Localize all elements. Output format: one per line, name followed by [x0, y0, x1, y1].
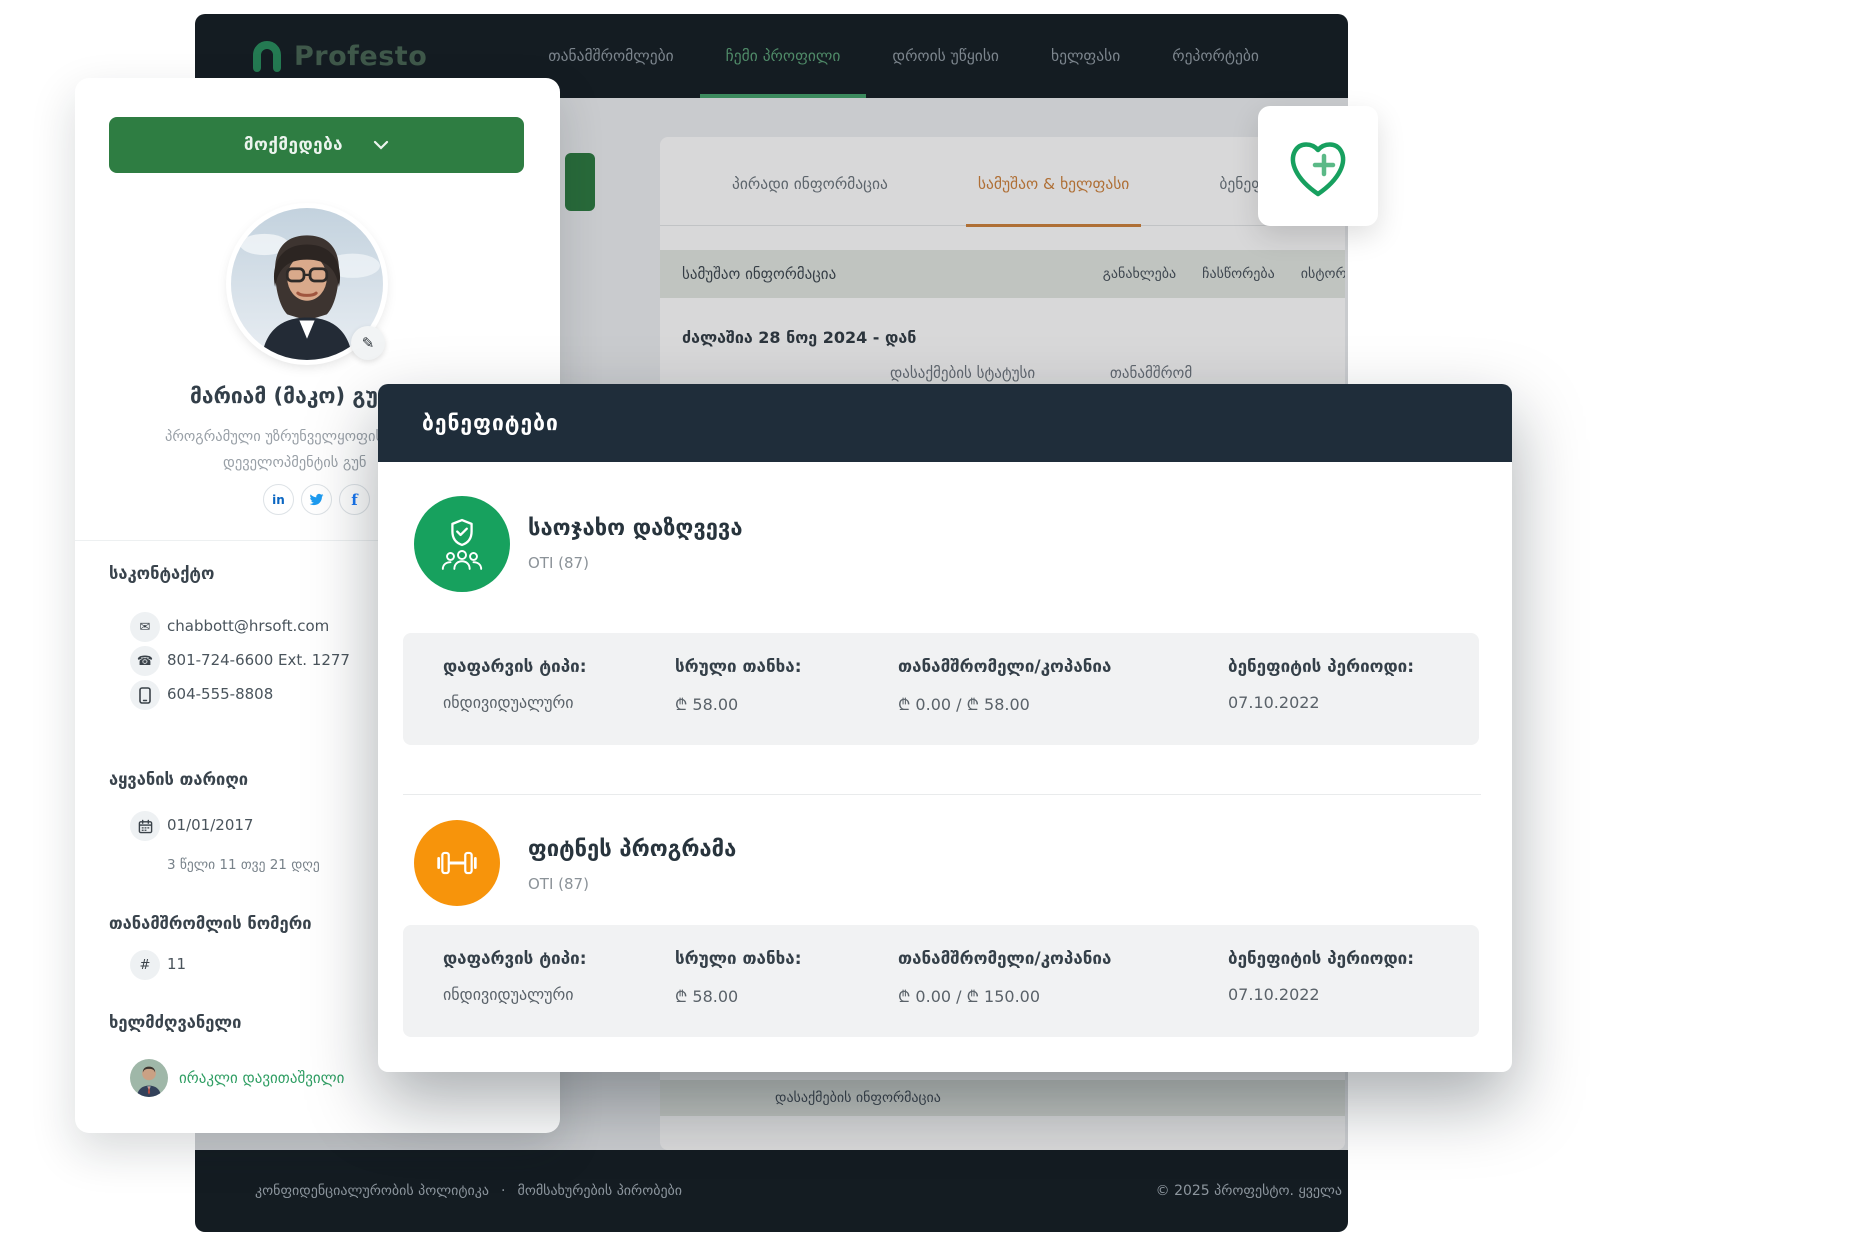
detail-value: ₾ 0.00 / ₾ 58.00: [898, 693, 1030, 715]
section-bar-title: სამუშაო ინფორმაცია: [682, 265, 836, 283]
detail-label: დაფარვის ტიპი:: [443, 949, 587, 969]
pencil-icon: ✎: [362, 334, 375, 352]
tab-job-salary[interactable]: სამუშაო & ხელფასი: [966, 175, 1141, 225]
copyright-text: © 2025 პროფესტო. ყველა: [1156, 1150, 1342, 1232]
manager-section-title: ხელმძღვანელი: [109, 1013, 241, 1032]
action-update[interactable]: განახლება: [1103, 266, 1176, 282]
detail-value: ₾ 0.00 / ₾ 150.00: [898, 985, 1040, 1007]
twitter-icon[interactable]: [301, 484, 332, 515]
detail-label: დაფარვის ტიპი:: [443, 657, 587, 677]
hash-icon: #: [130, 950, 160, 980]
nav-item-timesheet[interactable]: დროის უწყისი: [866, 14, 1025, 98]
benefits-heart-card: [1258, 106, 1378, 226]
brand-logo[interactable]: Profesto: [251, 40, 427, 72]
footer-separator: ·: [501, 1183, 505, 1199]
benefit-2-code: OTI (87): [528, 875, 589, 893]
nav-item-reports[interactable]: რეპორტები: [1146, 14, 1285, 98]
edit-avatar-button[interactable]: ✎: [351, 326, 385, 360]
employment-info-title: დასაქმების ინფორმაცია: [775, 1090, 941, 1106]
employee-title-line2: დეველოპმენტის გუნ: [223, 455, 367, 471]
hire-date-section-title: აყვანის თარიღი: [109, 770, 248, 789]
manager-name-link[interactable]: ირაკლი დავითაშვილი: [179, 1069, 344, 1087]
brand-name: Profesto: [294, 41, 427, 72]
effective-date-text: ძალაშია 28 ნოე 2024 - დან: [682, 328, 916, 347]
linkedin-icon[interactable]: in: [263, 484, 294, 515]
detail-value: ₾ 58.00: [675, 693, 738, 715]
benefit-1-name: საოჯახო დაზღვევა: [528, 516, 743, 541]
detail-value: 07.10.2022: [1228, 693, 1320, 712]
benefit-1-details-row: დაფარვის ტიპი: ინდივიდუალური სრული თანხა…: [403, 633, 1479, 745]
section-bar-actions: განახლება ჩასწორება ისტორია: [1103, 250, 1345, 298]
employee-name: მარიამ (მაკო) გურგ: [190, 384, 408, 408]
detail-label: თანამშრომელი/კოპანია: [898, 657, 1111, 677]
detail-value: ინდივიდუალური: [443, 985, 573, 1004]
benefits-modal-title: ბენეფიტები: [422, 411, 559, 435]
mail-icon: ✉: [130, 612, 160, 642]
tenure-text: 3 წელი 11 თვე 21 დღე: [167, 857, 320, 873]
divider: [403, 794, 1481, 795]
heart-plus-icon: [1280, 130, 1356, 202]
detail-value: 07.10.2022: [1228, 985, 1320, 1004]
benefit-2-name: ფიტნეს პროგრამა: [528, 837, 736, 862]
detail-value: ₾ 58.00: [675, 985, 738, 1007]
benefits-modal: ბენეფიტები საოჯახო დაზღვევა OTI (87) დაფ…: [378, 384, 1512, 1072]
job-info-section-bar: სამუშაო ინფორმაცია განახლება ჩასწორება ი…: [660, 250, 1345, 298]
employee-number-section-title: თანამშრომლის ნომერი: [109, 914, 312, 933]
mobile-value: 604-555-8808: [167, 685, 273, 703]
social-links: in f: [263, 484, 370, 515]
employee-number-value: 11: [167, 955, 186, 973]
manager-avatar: [130, 1059, 168, 1097]
employee-title-line1: პროგრამული უზრუნველყოფის: [165, 429, 383, 445]
footer-links: კონფიდენციალურობის პოლიტიკა · მომსახურებ…: [255, 1183, 682, 1199]
contact-section-title: საკონტაქტო: [109, 564, 214, 583]
detail-label: სრული თანხა:: [675, 949, 802, 969]
profile-tabs: პირადი ინფორმაცია სამუშაო & ხელფასი ბენე…: [660, 137, 1345, 226]
action-history[interactable]: ისტორია: [1301, 266, 1345, 282]
facebook-icon[interactable]: f: [339, 484, 370, 515]
terms-link[interactable]: მომსახურების პირობები: [518, 1183, 683, 1199]
mobile-icon: [130, 680, 160, 710]
detail-label: სრული თანხა:: [675, 657, 802, 677]
privacy-policy-link[interactable]: კონფიდენციალურობის პოლიტიკა: [255, 1183, 489, 1199]
hire-date-value: 01/01/2017: [167, 816, 253, 834]
nav-item-my-profile[interactable]: ჩემი პროფილი: [700, 14, 867, 98]
benefit-1-code: OTI (87): [528, 554, 589, 572]
benefit-2-details-row: დაფარვის ტიპი: ინდივიდუალური სრული თანხა…: [403, 925, 1479, 1037]
chevron-down-icon: [373, 140, 389, 150]
window-footer: კონფიდენციალურობის პოლიტიკა · მომსახურებ…: [195, 1150, 1348, 1232]
detail-label: ბენეფიტის პერიოდი:: [1228, 657, 1414, 677]
nav-item-payroll[interactable]: ხელფასი: [1025, 14, 1146, 98]
email-value[interactable]: chabbott@hrsoft.com: [167, 617, 329, 635]
phone-value: 801-724-6600 Ext. 1277: [167, 651, 350, 669]
detail-label: ბენეფიტის პერიოდი:: [1228, 949, 1414, 969]
nav-menu: თანამშრომლები ჩემი პროფილი დროის უწყისი …: [522, 14, 1285, 98]
tab-personal-info[interactable]: პირადი ინფორმაცია: [720, 175, 900, 225]
calendar-icon: [130, 811, 160, 841]
action-button-label: მოქმედება: [244, 135, 343, 155]
employment-status-label: დასაქმების სტატუსი: [890, 364, 1035, 382]
profesto-logo-icon: [251, 40, 283, 72]
hidden-green-button: [565, 153, 595, 211]
employment-status-row: დასაქმების სტატუსი თანამშრომ: [890, 364, 1192, 382]
action-dropdown-button[interactable]: მოქმედება: [109, 117, 524, 173]
phone-icon: ☎: [130, 646, 160, 676]
page: Profesto თანამშრომლები ჩემი პროფილი დროი…: [0, 0, 1860, 1260]
benefits-modal-header: ბენეფიტები: [378, 384, 1512, 462]
dumbbell-icon: [414, 820, 500, 906]
employment-status-value: თანამშრომ: [1110, 364, 1192, 382]
detail-label: თანამშრომელი/კოპანია: [898, 949, 1111, 969]
shield-family-icon: [414, 496, 510, 592]
detail-value: ინდივიდუალური: [443, 693, 573, 712]
employment-info-section-bar: დასაქმების ინფორმაცია: [660, 1080, 1345, 1116]
action-edit[interactable]: ჩასწორება: [1202, 266, 1275, 282]
